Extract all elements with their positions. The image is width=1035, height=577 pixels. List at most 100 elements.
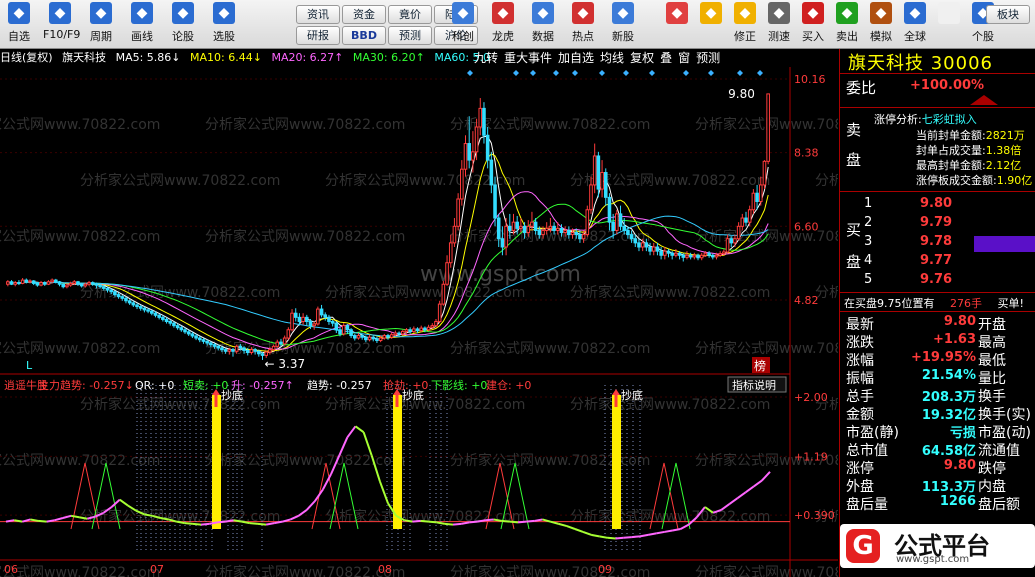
action-button-6[interactable]: ◆ 模拟	[864, 2, 898, 46]
indicator-curve-segment	[501, 519, 511, 523]
candle-body	[389, 334, 394, 338]
tool-button-5[interactable]: ◆ 选股	[207, 2, 241, 46]
candle-body	[504, 225, 508, 248]
event-diamond-icon[interactable]	[572, 70, 578, 76]
candle-body	[308, 320, 313, 327]
tool-button-1[interactable]: ◆ F10/F9	[43, 2, 80, 46]
tool-button-0[interactable]: ◆ 自选	[2, 2, 36, 46]
tool-button-3[interactable]: ◆ 画线	[125, 2, 159, 46]
event-diamond-icon[interactable]	[649, 70, 655, 76]
bid-row[interactable]: 1 9.80	[864, 196, 952, 211]
news-button[interactable]: 资讯	[296, 5, 340, 24]
action-button-4[interactable]: ◆ 买入	[796, 2, 830, 46]
menu-overlay[interactable]: 叠	[660, 51, 672, 65]
tool-button-2[interactable]: ◆ 周期	[84, 2, 118, 46]
event-diamond-icon[interactable]	[737, 70, 743, 76]
indicator-curve-segment	[566, 525, 576, 530]
watermark-text: 分析家公式网www.70822.com	[570, 284, 770, 301]
event-diamond-icon[interactable]	[757, 70, 763, 76]
stock-name: 旗天科技	[62, 51, 107, 64]
candle-body	[622, 225, 627, 231]
bid-row[interactable]: 5 9.76	[864, 272, 952, 287]
candle-body	[253, 349, 257, 352]
spacer	[938, 2, 960, 24]
candle-body	[574, 232, 579, 236]
capital-button[interactable]: 资金	[342, 5, 386, 24]
auction-button[interactable]: 竟价	[388, 5, 432, 24]
event-diamond-icon[interactable]	[467, 70, 473, 76]
bid-row[interactable]: 3 9.78	[864, 234, 952, 249]
event-diamond-icon[interactable]	[599, 70, 605, 76]
action-button-7[interactable]: ◆ 全球	[898, 2, 932, 46]
candle-body	[515, 221, 519, 229]
timer-icon: ◆	[768, 2, 790, 24]
indicator-curve-segment	[728, 497, 739, 505]
candle-body	[382, 335, 387, 339]
menu-ma[interactable]: 均线	[600, 51, 624, 65]
event-diamond-icon[interactable]	[708, 70, 714, 76]
indicator-legend-item: 下影线: +0	[431, 378, 487, 392]
kline-chart[interactable]: 分析家公式网www.70822.com 分析家公式网www.70822.com 分析…	[0, 67, 838, 577]
action-button-8[interactable]	[932, 2, 966, 46]
bid-row[interactable]: 2 9.79	[864, 215, 952, 230]
sector-button[interactable]: 板块	[986, 5, 1030, 24]
candle-body	[485, 134, 490, 161]
feature-button-1[interactable]: ◆ 龙虎	[486, 2, 520, 46]
action-button-2[interactable]: ◆ 修正	[728, 2, 762, 46]
feature-button-0[interactable]: ◆ 科创	[446, 2, 480, 46]
menu-adjust[interactable]: 复权	[630, 51, 654, 65]
candle-body	[467, 143, 471, 161]
candle-body	[603, 172, 608, 198]
research-button[interactable]: 研报	[296, 26, 340, 45]
action-button-1[interactable]: ◆	[694, 2, 728, 46]
indicator-curve-segment	[217, 520, 226, 524]
tool-button-4[interactable]: ◆ 论股	[166, 2, 200, 46]
collapse-arrow-icon[interactable]	[970, 95, 998, 105]
candle-body	[238, 345, 243, 349]
candle-body	[445, 262, 449, 285]
menu-add-watchlist[interactable]: 加自选	[558, 51, 594, 65]
candle-body	[245, 349, 250, 354]
feature-button-3[interactable]: ◆ 热点	[566, 2, 600, 46]
candle-body	[714, 254, 719, 258]
candle-body	[592, 155, 597, 186]
candle-body	[161, 316, 165, 320]
candle-body	[762, 160, 767, 186]
menu-major-events[interactable]: 重大事件	[504, 51, 552, 65]
feature-button-4[interactable]: ◆ 新股	[606, 2, 640, 46]
indicator-tick: +1.19	[794, 450, 828, 463]
indicator-curve-segment	[192, 522, 202, 526]
quote-row: 振幅 21.54% 量比	[846, 368, 1006, 387]
event-diamond-icon[interactable]	[683, 70, 689, 76]
event-diamond-icon[interactable]	[513, 70, 519, 76]
candle-body	[489, 159, 494, 186]
candle-body	[448, 242, 453, 264]
forecast-button[interactable]: 预测	[388, 26, 432, 45]
feature-button-2[interactable]: ◆ 数据	[526, 2, 560, 46]
quote-stock-title: 旗天科技 30006	[848, 53, 993, 74]
toolbar-label: 卖出	[836, 30, 858, 43]
event-diamond-icon[interactable]	[623, 70, 629, 76]
bid-row[interactable]: 4 9.77	[864, 253, 952, 268]
candle-body	[725, 238, 730, 253]
event-diamond-icon[interactable]	[530, 70, 536, 76]
indicator-legend-item: 趋势: -0.257	[307, 379, 372, 392]
menu-jiuzhuan[interactable]: 九转	[474, 51, 498, 65]
candle-body	[153, 312, 158, 316]
bbd-button[interactable]: BBD	[342, 26, 386, 45]
action-button-5[interactable]: ◆ 卖出	[830, 2, 864, 46]
action-button-3[interactable]: ◆ 测速	[762, 2, 796, 46]
indicator-curve-segment	[656, 530, 665, 535]
candle-body	[179, 327, 184, 331]
event-diamond-icon[interactable]	[553, 70, 559, 76]
candle-body	[722, 251, 726, 255]
period-label[interactable]: 日线(复权)	[0, 51, 53, 64]
indicator-curve-segment	[623, 536, 632, 539]
menu-window[interactable]: 窗	[678, 51, 690, 65]
candle-body	[375, 338, 379, 342]
indicator-curve-segment	[574, 528, 584, 533]
candle-body	[633, 238, 638, 244]
candle-body	[400, 330, 405, 335]
menu-forecast[interactable]: 预测	[696, 51, 720, 65]
action-button-0[interactable]: ◆	[660, 2, 694, 46]
